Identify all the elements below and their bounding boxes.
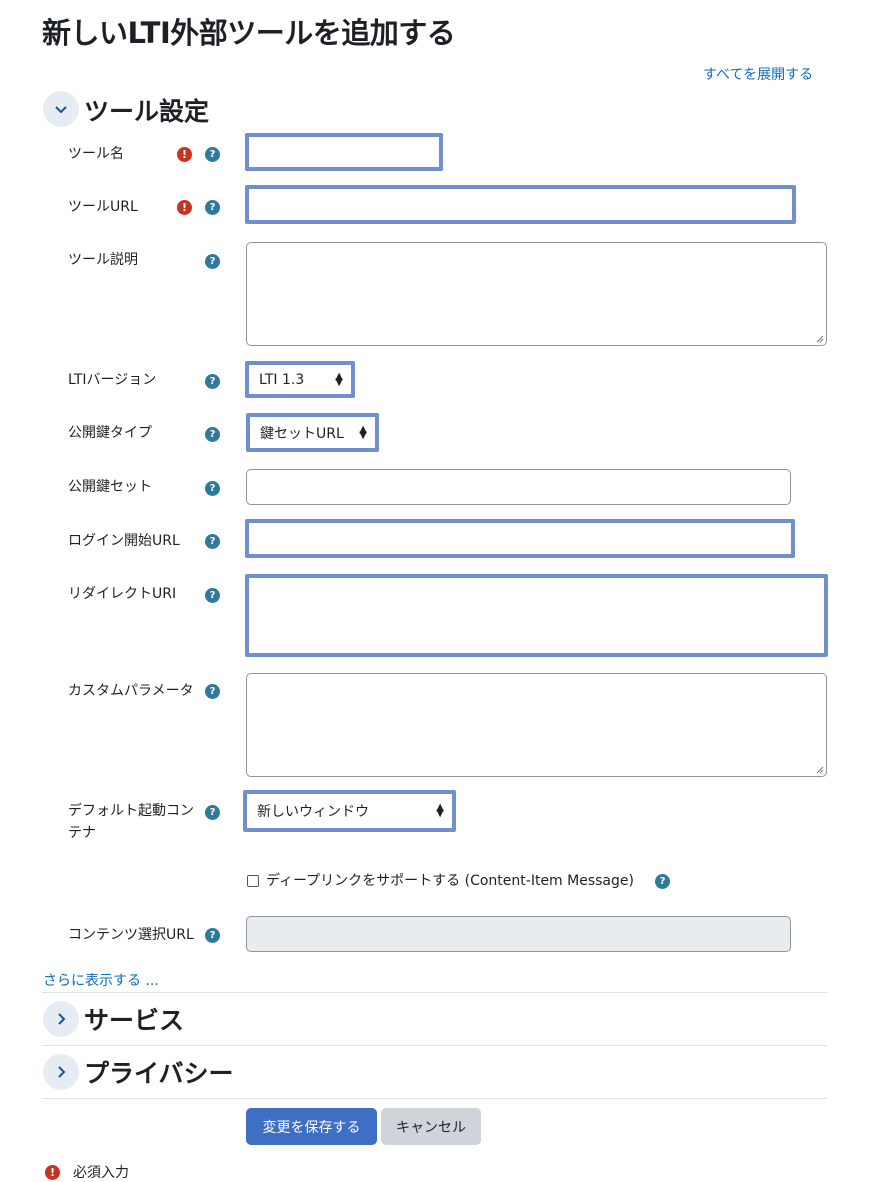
label-redirect-uri: リダイレクトURI — [68, 586, 177, 602]
help-icon[interactable]: ? — [205, 928, 220, 943]
select-arrows-icon: ▲ ▼ — [359, 423, 367, 441]
required-note: 必須入力 — [73, 1165, 129, 1181]
redirect-uri-textarea[interactable] — [245, 574, 828, 657]
chevron-right-icon — [58, 1066, 66, 1078]
label-custom-params: カスタムパラメータ — [68, 683, 194, 699]
select-arrows-icon: ▲ ▼ — [436, 802, 444, 819]
help-icon[interactable]: ? — [205, 254, 220, 269]
required-icon: ! — [45, 1165, 60, 1180]
select-arrows-icon: ▲ ▼ — [335, 370, 343, 388]
cancel-button[interactable]: キャンセル — [381, 1108, 481, 1145]
section-title-privacy: プライバシー — [84, 1059, 234, 1088]
section-title-tool-settings: ツール設定 — [84, 97, 210, 126]
chevron-down-icon — [55, 106, 67, 114]
save-button[interactable]: 変更を保存する — [246, 1108, 377, 1145]
label-tool-url: ツールURL — [68, 199, 138, 215]
help-icon[interactable]: ? — [205, 805, 220, 820]
label-default-container-line2: テナ — [68, 825, 96, 841]
label-tool-description: ツール説明 — [68, 252, 138, 268]
help-icon[interactable]: ? — [205, 588, 220, 603]
resize-handle-icon[interactable] — [816, 766, 824, 774]
deep-linking-checkbox[interactable] — [247, 875, 259, 887]
lti-version-select[interactable]: LTI 1.3 ▲ ▼ — [245, 361, 355, 398]
help-icon[interactable]: ? — [655, 874, 670, 889]
default-container-select[interactable]: 新しいウィンドウ ▲ ▼ — [243, 790, 456, 832]
help-icon[interactable]: ? — [205, 147, 220, 162]
tool-url-input[interactable] — [245, 185, 796, 224]
section-toggle-services[interactable] — [43, 1001, 79, 1037]
custom-params-textarea[interactable] — [246, 673, 827, 777]
help-icon[interactable]: ? — [205, 481, 220, 496]
section-toggle-privacy[interactable] — [43, 1054, 79, 1090]
divider — [42, 1045, 827, 1046]
help-icon[interactable]: ? — [205, 534, 220, 549]
label-lti-version: LTIバージョン — [68, 372, 157, 388]
label-tool-name: ツール名 — [68, 146, 124, 162]
public-key-type-selected: 鍵セットURL — [260, 425, 344, 442]
section-toggle-tool-settings[interactable] — [43, 91, 79, 127]
help-icon[interactable]: ? — [205, 427, 220, 442]
tool-description-textarea[interactable] — [246, 242, 827, 346]
label-login-url: ログイン開始URL — [68, 533, 180, 549]
default-container-selected: 新しいウィンドウ — [257, 804, 369, 820]
chevron-right-icon — [58, 1013, 66, 1025]
label-default-container: デフォルト起動コン テナ — [68, 800, 194, 844]
help-icon[interactable]: ? — [205, 374, 220, 389]
page-title: 新しいLTI外部ツールを追加する — [42, 16, 456, 50]
deep-linking-label[interactable]: ディープリンクをサポートする (Content-Item Message) — [266, 871, 634, 891]
show-more-link[interactable]: さらに表示する ... — [43, 970, 159, 990]
content-selection-url-input — [246, 916, 791, 952]
public-key-type-select[interactable]: 鍵セットURL ▲ ▼ — [246, 413, 379, 452]
label-content-selection-url: コンテンツ選択URL — [68, 927, 194, 943]
label-public-keyset: 公開鍵セット — [68, 479, 152, 495]
expand-all-link[interactable]: すべてを展開する — [703, 64, 813, 84]
login-url-input[interactable] — [245, 519, 795, 558]
help-icon[interactable]: ? — [205, 684, 220, 699]
label-public-key-type: 公開鍵タイプ — [68, 425, 152, 441]
tool-name-input[interactable] — [245, 133, 443, 171]
resize-handle-icon[interactable] — [816, 335, 824, 343]
divider — [42, 1098, 827, 1099]
lti-version-selected: LTI 1.3 — [259, 371, 305, 388]
label-default-container-line1: デフォルト起動コン — [68, 803, 194, 819]
public-keyset-input[interactable] — [246, 469, 791, 505]
required-icon: ! — [177, 200, 192, 215]
section-title-services: サービス — [84, 1006, 185, 1035]
divider — [42, 992, 827, 993]
help-icon[interactable]: ? — [205, 200, 220, 215]
required-icon: ! — [177, 147, 192, 162]
